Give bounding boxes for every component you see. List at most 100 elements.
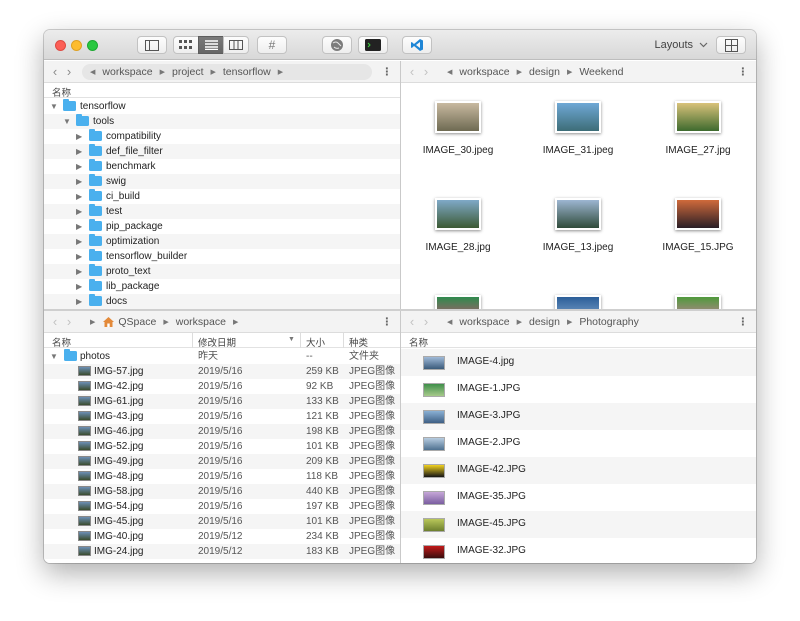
tree-row[interactable]: ▶ swig — [44, 174, 400, 189]
tree-row[interactable]: ▶ ci_build — [44, 189, 400, 204]
tree-row[interactable]: ▶ lib_package — [44, 279, 400, 294]
back-button[interactable]: ‹ — [405, 311, 419, 333]
tree-row[interactable]: ▶ proto_text — [44, 264, 400, 279]
column-view-button[interactable] — [223, 36, 249, 54]
list-row[interactable]: IMG-61.jpg 2019/5/16 133 KB JPEG图像 — [44, 394, 400, 409]
thumbnail-row[interactable]: IMAGE-42.JPG — [401, 457, 756, 484]
disclosure-closed-icon[interactable]: ▶ — [76, 159, 82, 174]
close-window-button[interactable] — [55, 40, 66, 51]
list-view-button[interactable] — [198, 36, 224, 54]
list-row[interactable]: IMG-52.jpg 2019/5/16 101 KB JPEG图像 — [44, 439, 400, 454]
back-button[interactable]: ‹ — [405, 61, 419, 83]
disclosure-open-icon[interactable]: ▼ — [63, 114, 71, 129]
list-row[interactable]: IMG-24.jpg 2019/5/12 183 KB JPEG图像 — [44, 544, 400, 559]
disclosure-closed-icon[interactable]: ▶ — [76, 189, 82, 204]
thumbnail-row[interactable]: IMAGE-45.JPG — [401, 511, 756, 538]
grid-item[interactable]: IMAGE_31.jpeg — [523, 101, 633, 156]
grid-item[interactable] — [523, 295, 633, 309]
list-row-folder[interactable]: ▼ photos 昨天 -- 文件夹 — [44, 349, 400, 364]
column-kind-header[interactable]: 种类 — [349, 335, 368, 349]
list-row[interactable]: IMG-54.jpg 2019/5/16 197 KB JPEG图像 — [44, 499, 400, 514]
tree-row[interactable]: ▶ docs — [44, 294, 400, 309]
pane-divider-horizontal[interactable] — [44, 309, 756, 311]
forward-button[interactable]: › — [62, 61, 76, 83]
column-name-header[interactable]: 名称 — [52, 85, 71, 99]
column-date-header[interactable]: 修改日期 — [198, 335, 236, 349]
crumb[interactable]: workspace — [102, 66, 152, 78]
crumb[interactable]: Photography — [579, 316, 639, 328]
crumb[interactable]: project — [172, 66, 204, 78]
crumb[interactable]: workspace — [459, 66, 509, 78]
more-options-icon[interactable]: ⋮ — [382, 311, 393, 333]
crumb[interactable]: workspace — [459, 316, 509, 328]
list-row[interactable]: IMG-58.jpg 2019/5/16 440 KB JPEG图像 — [44, 484, 400, 499]
crumb[interactable]: design — [529, 316, 560, 328]
disclosure-closed-icon[interactable]: ▶ — [76, 204, 82, 219]
layout-grid-button[interactable] — [716, 36, 746, 54]
grid-item[interactable]: IMAGE_13.jpeg — [523, 198, 633, 253]
thumbnail-row[interactable]: IMAGE-3.JPG — [401, 403, 756, 430]
disclosure-closed-icon[interactable]: ▶ — [76, 219, 82, 234]
thumbnail-row[interactable]: IMAGE-32.JPG — [401, 538, 756, 563]
crumb[interactable]: workspace — [176, 316, 226, 328]
tree-row[interactable]: ▶ benchmark — [44, 159, 400, 174]
icon-view-button[interactable] — [173, 36, 199, 54]
minimize-window-button[interactable] — [71, 40, 82, 51]
crumb[interactable]: Weekend — [579, 66, 623, 78]
disclosure-closed-icon[interactable]: ▶ — [76, 174, 82, 189]
layouts-menu[interactable]: Layouts — [654, 39, 708, 51]
tree-row[interactable]: ▶ optimization — [44, 234, 400, 249]
crumb[interactable]: design — [529, 66, 560, 78]
list-row[interactable]: IMG-45.jpg 2019/5/16 101 KB JPEG图像 — [44, 514, 400, 529]
more-options-icon[interactable]: ⋮ — [382, 61, 393, 83]
grid-item[interactable] — [643, 295, 753, 309]
tree-row[interactable]: ▶ def_file_filter — [44, 144, 400, 159]
column-size-header[interactable]: 大小 — [306, 335, 325, 349]
back-button[interactable]: ‹ — [48, 311, 62, 333]
sidebar-toggle-button[interactable] — [137, 36, 167, 54]
tree-row[interactable]: ▶ test — [44, 204, 400, 219]
list-row[interactable]: IMG-57.jpg 2019/5/16 259 KB JPEG图像 — [44, 364, 400, 379]
crumb[interactable]: tensorflow — [223, 66, 271, 78]
list-row[interactable]: IMG-43.jpg 2019/5/16 121 KB JPEG图像 — [44, 409, 400, 424]
pane-divider-vertical[interactable] — [400, 61, 401, 563]
list-row[interactable]: IMG-46.jpg 2019/5/16 198 KB JPEG图像 — [44, 424, 400, 439]
list-row[interactable]: IMG-42.jpg 2019/5/16 92 KB JPEG图像 — [44, 379, 400, 394]
vscode-button[interactable] — [402, 36, 432, 54]
forward-button[interactable]: › — [62, 311, 76, 333]
grid-item[interactable]: IMAGE_15.JPG — [643, 198, 753, 253]
grid-item[interactable]: IMAGE_30.jpeg — [403, 101, 513, 156]
column-name-header[interactable]: 名称 — [52, 335, 71, 349]
list-row[interactable]: IMG-48.jpg 2019/5/16 118 KB JPEG图像 — [44, 469, 400, 484]
tree-row[interactable]: ▶ pip_package — [44, 219, 400, 234]
thumbnail-row[interactable]: IMAGE-4.jpg — [401, 349, 756, 376]
tree-row[interactable]: ▼ tensorflow — [44, 99, 400, 114]
hash-button[interactable]: # — [257, 36, 287, 54]
disclosure-closed-icon[interactable]: ▶ — [76, 129, 82, 144]
disclosure-closed-icon[interactable]: ▶ — [76, 294, 82, 309]
disclosure-closed-icon[interactable]: ▶ — [76, 144, 82, 159]
grid-item[interactable]: IMAGE_28.jpg — [403, 198, 513, 253]
disclosure-closed-icon[interactable]: ▶ — [76, 264, 82, 279]
tree-row[interactable]: ▼ tools — [44, 114, 400, 129]
tree-row[interactable]: ▶ tensorflow_builder — [44, 249, 400, 264]
disclosure-closed-icon[interactable]: ▶ — [76, 234, 82, 249]
disclosure-closed-icon[interactable]: ▶ — [76, 249, 82, 264]
thumbnail-row[interactable]: IMAGE-2.JPG — [401, 430, 756, 457]
disclosure-open-icon[interactable]: ▼ — [50, 99, 58, 114]
back-button[interactable]: ‹ — [48, 61, 62, 83]
thumbnail-row[interactable]: IMAGE-1.JPG — [401, 376, 756, 403]
tree-row[interactable]: ▶ compatibility — [44, 129, 400, 144]
globe-button[interactable] — [322, 36, 352, 54]
disclosure-open-icon[interactable]: ▼ — [50, 349, 58, 364]
crumb-home[interactable]: QSpace — [118, 316, 156, 328]
thumbnail-row[interactable]: IMAGE-35.JPG — [401, 484, 756, 511]
list-row[interactable]: IMG-40.jpg 2019/5/12 234 KB JPEG图像 — [44, 529, 400, 544]
zoom-window-button[interactable] — [87, 40, 98, 51]
more-options-icon[interactable]: ⋮ — [738, 61, 749, 83]
terminal-button[interactable] — [358, 36, 388, 54]
forward-button[interactable]: › — [419, 311, 433, 333]
grid-item[interactable] — [403, 295, 513, 309]
list-row[interactable]: IMG-49.jpg 2019/5/16 209 KB JPEG图像 — [44, 454, 400, 469]
disclosure-closed-icon[interactable]: ▶ — [76, 279, 82, 294]
